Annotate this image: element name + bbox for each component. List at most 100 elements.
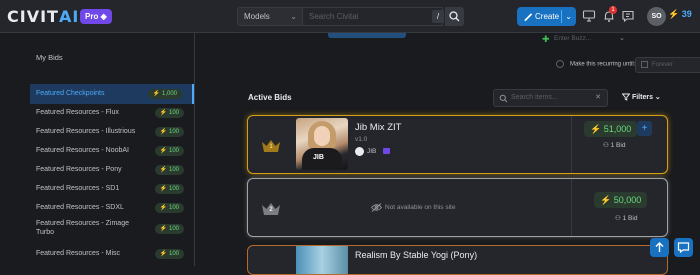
sidebar-item-label: Featured Resources - SDXL — [36, 204, 124, 211]
label-line-2: Turbo — [36, 229, 55, 236]
pro-label: Pro — [85, 12, 99, 21]
search-group: Models ⌄ Search Civitai — [237, 7, 443, 26]
diamond-icon: ◈ — [100, 12, 107, 21]
chat-icon[interactable] — [621, 9, 635, 23]
bid-amount-pill: ⚡ 100 — [154, 224, 184, 234]
bid-amount: 100 — [168, 148, 179, 154]
chevron-down-icon: ⌄ — [619, 35, 625, 42]
model-title[interactable]: Realism By Stable Yogi (Pony) — [355, 250, 477, 260]
bid-amount: 1,000 — [161, 91, 177, 97]
sidebar-heading: My Bids — [36, 53, 63, 62]
create-label: Create — [535, 12, 560, 21]
bid-amount: 100 — [168, 251, 179, 257]
unavailable-notice: Not available on this site — [371, 203, 456, 212]
buzz-amount-input[interactable]: ✚ Enter Buzz... ⌄ — [538, 33, 628, 47]
date-placeholder: Forever — [652, 62, 673, 68]
pro-badge[interactable]: Pro ◈ — [80, 9, 112, 24]
card-divider — [571, 179, 572, 236]
bid-count-label: 1 Bid — [610, 142, 626, 149]
search-scope-select[interactable]: Models ⌄ — [237, 7, 303, 26]
sidebar-item-label: Featured Resources - NoobAI — [36, 147, 129, 154]
bid-amount-pill: ⚡ 100 — [154, 108, 184, 118]
sidebar-item-featured-checkpoints[interactable]: Featured Checkpoints ⚡ 1,000 — [30, 84, 194, 104]
buzz-placeholder: Enter Buzz... — [554, 35, 592, 42]
filters-label: Filters — [631, 94, 653, 101]
place-bid-form: ✚ Enter Buzz... ⌄ Make this recurring un… — [245, 33, 700, 74]
recurring-radio[interactable] — [556, 60, 564, 68]
bolt-icon: ⚡ — [668, 9, 680, 19]
rank-number: 1 — [269, 144, 273, 150]
bid-card[interactable]: 1 JIB Jib Mix ZIT v1.0 JIB ⚡ 51,000 ⚇ 1 … — [247, 115, 668, 174]
bid-count: ⚇ 1 Bid — [603, 141, 625, 149]
recurring-option[interactable]: Make this recurring until: — [556, 60, 635, 68]
unavailable-text: Not available on this site — [385, 204, 456, 211]
recurring-date-picker[interactable]: Forever — [635, 57, 700, 73]
creator-badge-icon — [383, 148, 391, 155]
rank-number: 2 — [269, 207, 273, 213]
search-icon — [449, 11, 460, 22]
creator-name: JIB — [367, 148, 377, 155]
sidebar-item-label: Featured Resources - Misc — [36, 250, 121, 257]
create-divider — [561, 10, 562, 23]
sidebar-item-misc[interactable]: Featured Resources - Misc ⚡ 100 — [30, 244, 194, 264]
buzz-balance[interactable]: ⚡ 39 — [668, 9, 692, 20]
search-shortcut-key: / — [432, 10, 444, 23]
sidebar-item-noobai[interactable]: Featured Resources - NoobAI ⚡ 100 — [30, 141, 194, 161]
user-avatar[interactable]: SO — [647, 7, 666, 26]
sidebar-item-pony[interactable]: Featured Resources - Pony ⚡ 100 — [30, 160, 194, 180]
submit-bid-button[interactable] — [328, 33, 406, 38]
bid-amount-pill: ⚡ 100 — [154, 146, 184, 156]
add-bid-button[interactable]: + — [637, 121, 652, 136]
chat-icon — [677, 242, 690, 254]
bid-total: ⚡ 50,000 — [594, 192, 648, 208]
search-scope-label: Models — [244, 12, 270, 21]
model-thumbnail[interactable]: JIB — [296, 118, 348, 170]
sidebar-item-sd1[interactable]: Featured Resources - SD1 ⚡ 100 — [30, 179, 194, 199]
scroll-to-top-button[interactable] — [650, 238, 669, 257]
sidebar-item-label: Featured Resources - Pony — [36, 166, 122, 173]
arrow-up-icon — [655, 242, 664, 252]
filters-button[interactable]: Filters ⌄ — [621, 93, 661, 101]
bid-amount: 100 — [168, 129, 179, 135]
person-icon: ⚇ — [603, 142, 609, 149]
crown-icon: 2 — [261, 202, 281, 216]
monitor-icon[interactable] — [582, 9, 596, 23]
model-version: v1.0 — [355, 136, 368, 143]
bid-card[interactable]: 2 Not available on this site ⚡ 50,000 ⚇ … — [247, 178, 668, 237]
search-items-input[interactable]: Search items... ✕ — [493, 89, 608, 107]
create-button[interactable]: Create ⌄ — [517, 7, 576, 26]
filter-icon — [621, 93, 631, 101]
civitai-logo[interactable]: CIVITAI — [7, 7, 79, 26]
bid-amount-pill: ⚡ 100 — [154, 165, 184, 175]
search-button[interactable] — [445, 7, 464, 26]
search-input[interactable]: Search Civitai — [303, 7, 443, 26]
sidebar-item-label: Featured Checkpoints — [36, 90, 105, 97]
sidebar-item-label: Featured Resources - Zimage Turbo — [36, 218, 129, 237]
model-title[interactable]: Jib Mix ZIT — [355, 122, 401, 133]
bid-card[interactable]: Realism By Stable Yogi (Pony) — [247, 245, 668, 275]
sidebar-item-zimage-turbo[interactable]: Featured Resources - Zimage Turbo ⚡ 100 — [30, 218, 194, 240]
bid-amount-pill: ⚡ 100 — [154, 127, 184, 137]
model-creator[interactable]: JIB — [355, 147, 391, 157]
sidebar-item-illustrious[interactable]: Featured Resources - Illustrious ⚡ 100 — [30, 122, 194, 142]
sidebar-item-sdxl[interactable]: Featured Resources - SDXL ⚡ 100 — [30, 198, 194, 218]
thumbnail-shirt-text: JIB — [313, 154, 324, 161]
plus-icon: ✚ — [542, 34, 550, 44]
notification-badge: 1 — [609, 6, 617, 14]
recurring-label: Make this recurring until: — [570, 61, 636, 68]
model-thumbnail[interactable] — [296, 246, 348, 274]
logo-accent: AI — [58, 7, 80, 26]
bid-total: ⚡ 51,000 — [584, 121, 638, 137]
bid-amount-pill: ⚡ 100 — [154, 249, 184, 259]
chevron-down-icon[interactable]: ⌄ — [565, 7, 572, 26]
sidebar-item-label: Featured Resources - Flux — [36, 109, 119, 116]
bid-count-label: 1 Bid — [622, 215, 638, 222]
sidebar-item-flux[interactable]: Featured Resources - Flux ⚡ 100 — [30, 103, 194, 123]
clear-icon[interactable]: ✕ — [595, 90, 601, 106]
bid-amount-pill: ⚡ 100 — [154, 203, 184, 213]
crown-icon: 1 — [261, 139, 281, 153]
bid-amount: 100 — [168, 186, 179, 192]
person-icon: ⚇ — [615, 215, 621, 222]
support-chat-button[interactable] — [674, 238, 693, 257]
chevron-down-icon: ⌄ — [290, 12, 297, 21]
